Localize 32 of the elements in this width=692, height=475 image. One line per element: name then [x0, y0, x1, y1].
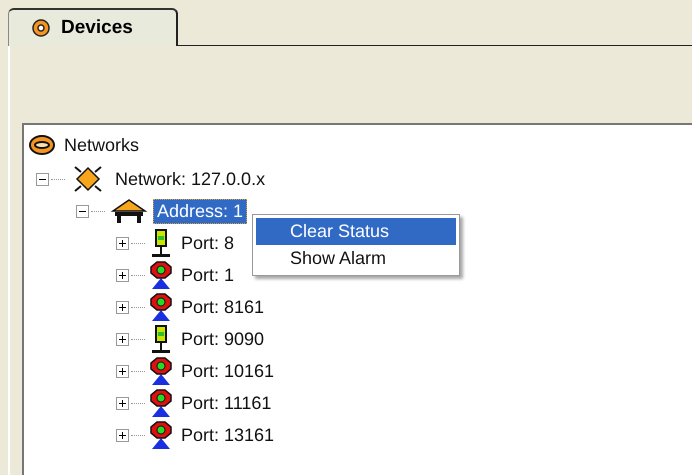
lamp-icon [149, 324, 173, 354]
tree-item[interactable]: Port: 8161 [177, 294, 268, 320]
beacon-icon [149, 420, 173, 450]
ring-icon [31, 18, 51, 38]
beacon-icon [149, 388, 173, 418]
expander-icon[interactable] [116, 332, 129, 346]
expander-icon[interactable] [116, 300, 129, 314]
devices-tab[interactable]: Devices [8, 8, 178, 46]
tree-item[interactable]: Address: 1 [153, 198, 248, 224]
tree-item[interactable]: Port: 10161 [177, 358, 278, 384]
expander-icon[interactable] [116, 364, 129, 378]
beacon-icon [149, 292, 173, 322]
expander-icon[interactable] [116, 396, 129, 410]
expander-icon[interactable] [116, 268, 129, 282]
dome-icon [109, 197, 149, 225]
beacon-icon [149, 356, 173, 386]
beacon-icon [149, 260, 173, 290]
expander-icon[interactable] [36, 172, 49, 186]
menu-item[interactable]: Show Alarm [256, 245, 456, 272]
tree-item[interactable]: Port: 8 [177, 230, 238, 256]
oval-icon [28, 134, 56, 156]
tree-item[interactable]: Port: 9090 [177, 326, 268, 352]
menu-item[interactable]: Clear Status [256, 218, 456, 245]
expander-icon[interactable] [116, 236, 129, 250]
tree-item[interactable]: Port: 1 [177, 262, 238, 288]
tree-item[interactable]: Networks [60, 132, 144, 158]
expander-icon[interactable] [116, 428, 129, 442]
tree-item[interactable]: Port: 13161 [177, 422, 278, 448]
tree-item[interactable]: Network: 127.0.0.x [111, 166, 270, 192]
expander-icon[interactable] [76, 204, 89, 218]
lamp-icon [149, 228, 173, 258]
tree-item[interactable]: Port: 11161 [177, 390, 276, 416]
